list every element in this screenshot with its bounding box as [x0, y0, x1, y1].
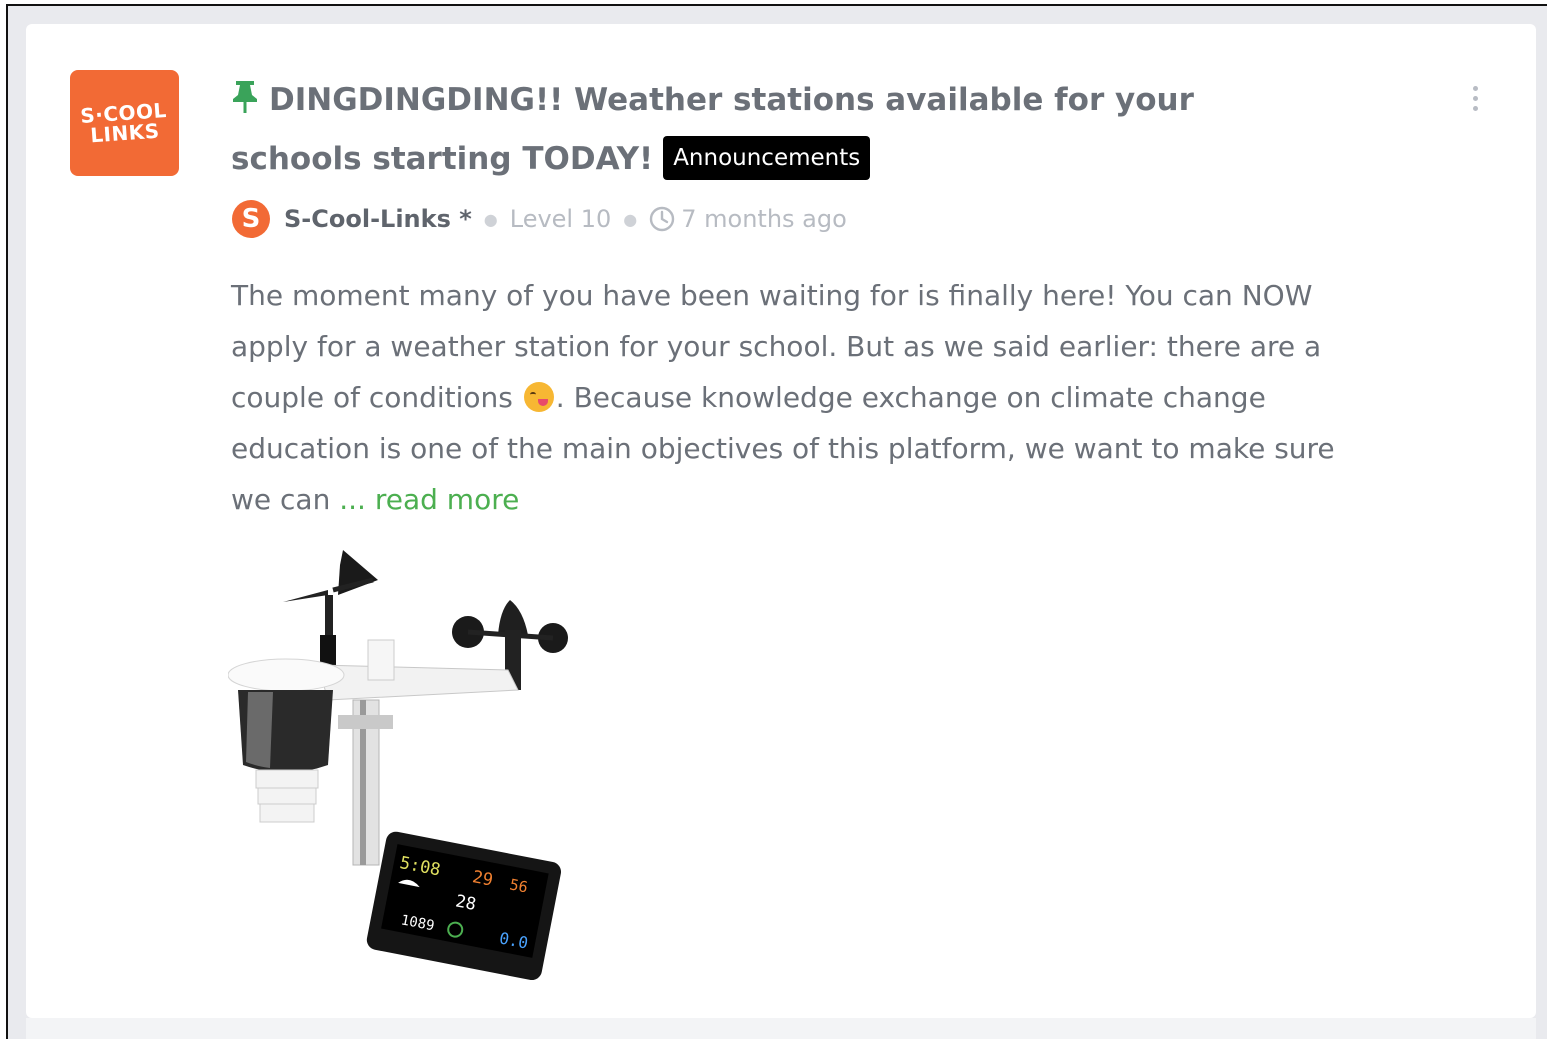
logo-text: S·COOL LINKS — [79, 98, 168, 148]
post-title-block[interactable]: DINGDINGDING!! Weather stations availabl… — [231, 72, 1331, 187]
pin-icon — [231, 75, 261, 131]
post-time: 7 months ago — [681, 205, 847, 233]
separator-dot: ● — [623, 209, 638, 229]
clock-icon — [650, 206, 675, 232]
svg-text:28: 28 — [454, 891, 478, 915]
emoji-icon — [523, 382, 554, 412]
community-logo[interactable]: S·COOL LINKS — [70, 70, 179, 176]
post-excerpt: The moment many of you have been waiting… — [231, 270, 1371, 525]
svg-text:29: 29 — [471, 867, 495, 891]
author-name[interactable]: S-Cool-Links * — [284, 205, 472, 233]
card-footer — [26, 1018, 1536, 1039]
author-level: Level 10 — [509, 205, 612, 233]
category-badge[interactable]: Announcements — [663, 135, 871, 180]
weather-station-image[interactable]: 5:08 29 56 28 1089 0.0 — [227, 540, 578, 981]
separator-dot: ● — [483, 209, 498, 229]
post-meta: S S-Cool-Links * ● Level 10 ● 7 months a… — [232, 199, 847, 239]
read-more-link[interactable]: ... read more — [339, 483, 519, 516]
avatar[interactable]: S — [232, 200, 270, 238]
kebab-menu-icon[interactable] — [1466, 86, 1484, 116]
svg-text:56: 56 — [508, 875, 529, 896]
